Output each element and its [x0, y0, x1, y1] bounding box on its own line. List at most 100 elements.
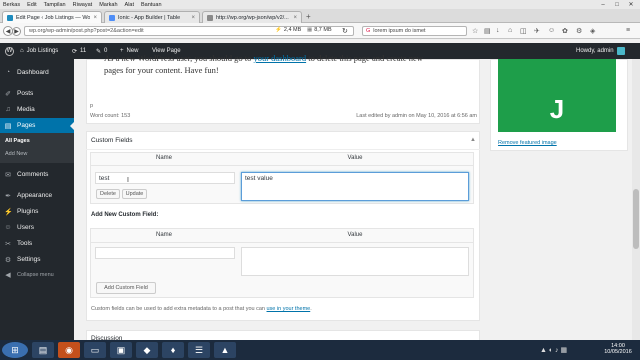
tab-label: Edit Page ‹ Job Listings — Wor...: [16, 14, 91, 21]
collapse-menu-button[interactable]: ◀ Collapse menu: [0, 267, 74, 282]
app-icon[interactable]: ◆: [136, 342, 158, 358]
submenu-all-pages[interactable]: All Pages: [0, 138, 74, 144]
comment-icon: ✉: [5, 171, 11, 179]
sidebar-item-media[interactable]: ♫ Media: [0, 102, 74, 117]
sidebar-item-plugins[interactable]: ⚡ Plugins: [0, 204, 74, 219]
use-in-theme-link[interactable]: use in your theme: [267, 306, 311, 312]
last-edited: Last edited by admin on May 10, 2016 at …: [356, 113, 477, 119]
windows-taskbar: ⊞ ▤ ◉ ▭ ▣ ◆ ♦ ☰ ▲ ▲ ◐ ♪ ▦ 14:00 10/05/20…: [0, 340, 640, 360]
tab-ionic[interactable]: Ionic - App Builder | Table ×: [104, 11, 200, 23]
custom-field-name-input[interactable]: test: [95, 172, 235, 184]
featured-image[interactable]: J: [498, 59, 616, 132]
forward-icon[interactable]: ▶: [12, 26, 21, 36]
clock[interactable]: 14:00 10/05/2016: [600, 343, 636, 355]
comment-icon: ✎: [96, 48, 102, 55]
media-icon: ♫: [5, 106, 11, 113]
menu-alat[interactable]: Alat: [125, 2, 134, 8]
explorer-icon[interactable]: ▤: [32, 342, 54, 358]
page-favicon-icon: [207, 14, 213, 21]
url-text: wp.org/wp-admin/post.php?post=2&action=e…: [29, 28, 144, 34]
updates-link[interactable]: ⟳ 11: [72, 43, 86, 59]
tray-icons[interactable]: ▲ ◐ ♪ ▦: [540, 346, 567, 354]
divider: [86, 149, 480, 150]
minimize-icon[interactable]: –: [596, 0, 610, 9]
url-bar[interactable]: wp.org/wp-admin/post.php?post=2&action=e…: [24, 26, 354, 36]
refresh-icon: ⟳: [72, 48, 78, 55]
wp-logo-icon[interactable]: W: [5, 43, 14, 59]
column-header-name: Name: [155, 155, 172, 161]
plug-icon: ⚡: [4, 208, 13, 216]
menu-icon[interactable]: ≡: [626, 27, 630, 34]
menu-riwayat[interactable]: Riwayat: [73, 2, 93, 8]
app-icon[interactable]: ♦: [162, 342, 184, 358]
account-link[interactable]: Howdy, admin: [576, 43, 625, 59]
ionic-favicon-icon: [109, 14, 115, 21]
sidebar-item-users[interactable]: ☺ Users: [0, 220, 74, 235]
download-icon[interactable]: ↓: [496, 27, 500, 34]
home-icon[interactable]: ⌂: [508, 27, 512, 34]
sidebar-item-tools[interactable]: ✂ Tools: [0, 236, 74, 251]
browser-tabbar: Edit Page ‹ Job Listings — Wor... × Ioni…: [0, 9, 640, 23]
column-header-value: Value: [347, 155, 363, 161]
bookmarks-icon[interactable]: ▤: [484, 27, 491, 35]
app-icon[interactable]: ▣: [110, 342, 132, 358]
app-icon[interactable]: ▲: [214, 342, 236, 358]
add-custom-field-button[interactable]: Add Custom Field: [96, 282, 156, 294]
update-button[interactable]: Update: [122, 189, 147, 199]
sidebar-item-comments[interactable]: ✉ Comments: [0, 167, 74, 182]
menu-edit[interactable]: Edit: [27, 2, 36, 8]
collapse-arrow-icon[interactable]: ▲: [470, 137, 476, 143]
sidebar-item-settings[interactable]: ⚙ Settings: [0, 252, 74, 267]
submenu-add-new[interactable]: Add New: [0, 151, 74, 157]
reload-icon[interactable]: ↻: [342, 27, 348, 35]
custom-fields-help: Custom fields can be used to add extra m…: [91, 306, 312, 312]
firefox-icon[interactable]: ◉: [58, 342, 80, 358]
app-icon[interactable]: ☰: [188, 342, 210, 358]
sidebar-item-posts[interactable]: ✐ Posts: [0, 86, 74, 101]
folder-icon[interactable]: ▭: [84, 342, 106, 358]
pages-icon: ▤: [4, 122, 12, 130]
search-box[interactable]: G lorem ipsum do ismet: [362, 26, 467, 36]
current-arrow: [70, 122, 74, 130]
delete-button[interactable]: Delete: [96, 189, 120, 199]
menu-berkas[interactable]: Berkas: [3, 2, 20, 8]
add-new-label: Add New Custom Field:: [91, 212, 159, 218]
shield-icon[interactable]: ◈: [590, 27, 595, 35]
sidebar-item-dashboard[interactable]: ◔ Dashboard: [0, 65, 74, 80]
bolt-icon: ⚡: [275, 27, 282, 33]
close-tab-icon[interactable]: ×: [191, 15, 195, 21]
scrollbar-thumb[interactable]: [633, 189, 639, 249]
menu-tampilan[interactable]: Tampilan: [44, 2, 66, 8]
tab-wp-json[interactable]: http://wp.org/wp-json/wp/v2/... ×: [202, 11, 302, 23]
custom-fields-title: Custom Fields: [91, 137, 133, 144]
editor-content[interactable]: As a new WordPress user, you should go t…: [104, 52, 464, 76]
page-scrollbar[interactable]: [632, 59, 640, 340]
new-field-value-input[interactable]: [241, 247, 469, 276]
sync-icon[interactable]: ⚙: [576, 27, 582, 35]
close-window-icon[interactable]: ✕: [624, 0, 638, 9]
close-tab-icon[interactable]: ×: [93, 15, 97, 21]
star-icon[interactable]: ☆: [472, 27, 478, 35]
menu-bantuan[interactable]: Bantuan: [141, 2, 162, 8]
chat-icon[interactable]: ☺: [548, 27, 555, 34]
share-icon[interactable]: ✈: [534, 27, 540, 35]
column-header-name: Name: [155, 232, 172, 238]
sidebar-item-pages[interactable]: ▤ Pages: [0, 118, 74, 133]
home-icon: ⌂: [20, 48, 24, 54]
start-button[interactable]: ⊞: [2, 342, 28, 358]
new-field-name-input[interactable]: [95, 247, 235, 259]
site-name-link[interactable]: ⌂ Job Listings: [20, 43, 58, 59]
menu-markah[interactable]: Markah: [99, 2, 117, 8]
custom-field-value-input[interactable]: test value: [241, 172, 469, 201]
new-tab-icon[interactable]: +: [306, 12, 311, 21]
maximize-icon[interactable]: □: [610, 0, 624, 9]
addon-icon[interactable]: ✿: [562, 27, 568, 35]
dashboard-link[interactable]: your dashboard: [253, 53, 306, 63]
memory-stat-1: ⚡ 2,4 MB: [275, 27, 302, 33]
remove-featured-image-link[interactable]: Remove featured image: [498, 140, 557, 146]
sidebar-item-appearance[interactable]: ✒ Appearance: [0, 188, 74, 203]
pocket-icon[interactable]: ◫: [520, 27, 527, 35]
tab-edit-page[interactable]: Edit Page ‹ Job Listings — Wor... ×: [2, 11, 102, 23]
close-tab-icon[interactable]: ×: [293, 15, 297, 21]
featured-image-letter: J: [549, 94, 565, 124]
